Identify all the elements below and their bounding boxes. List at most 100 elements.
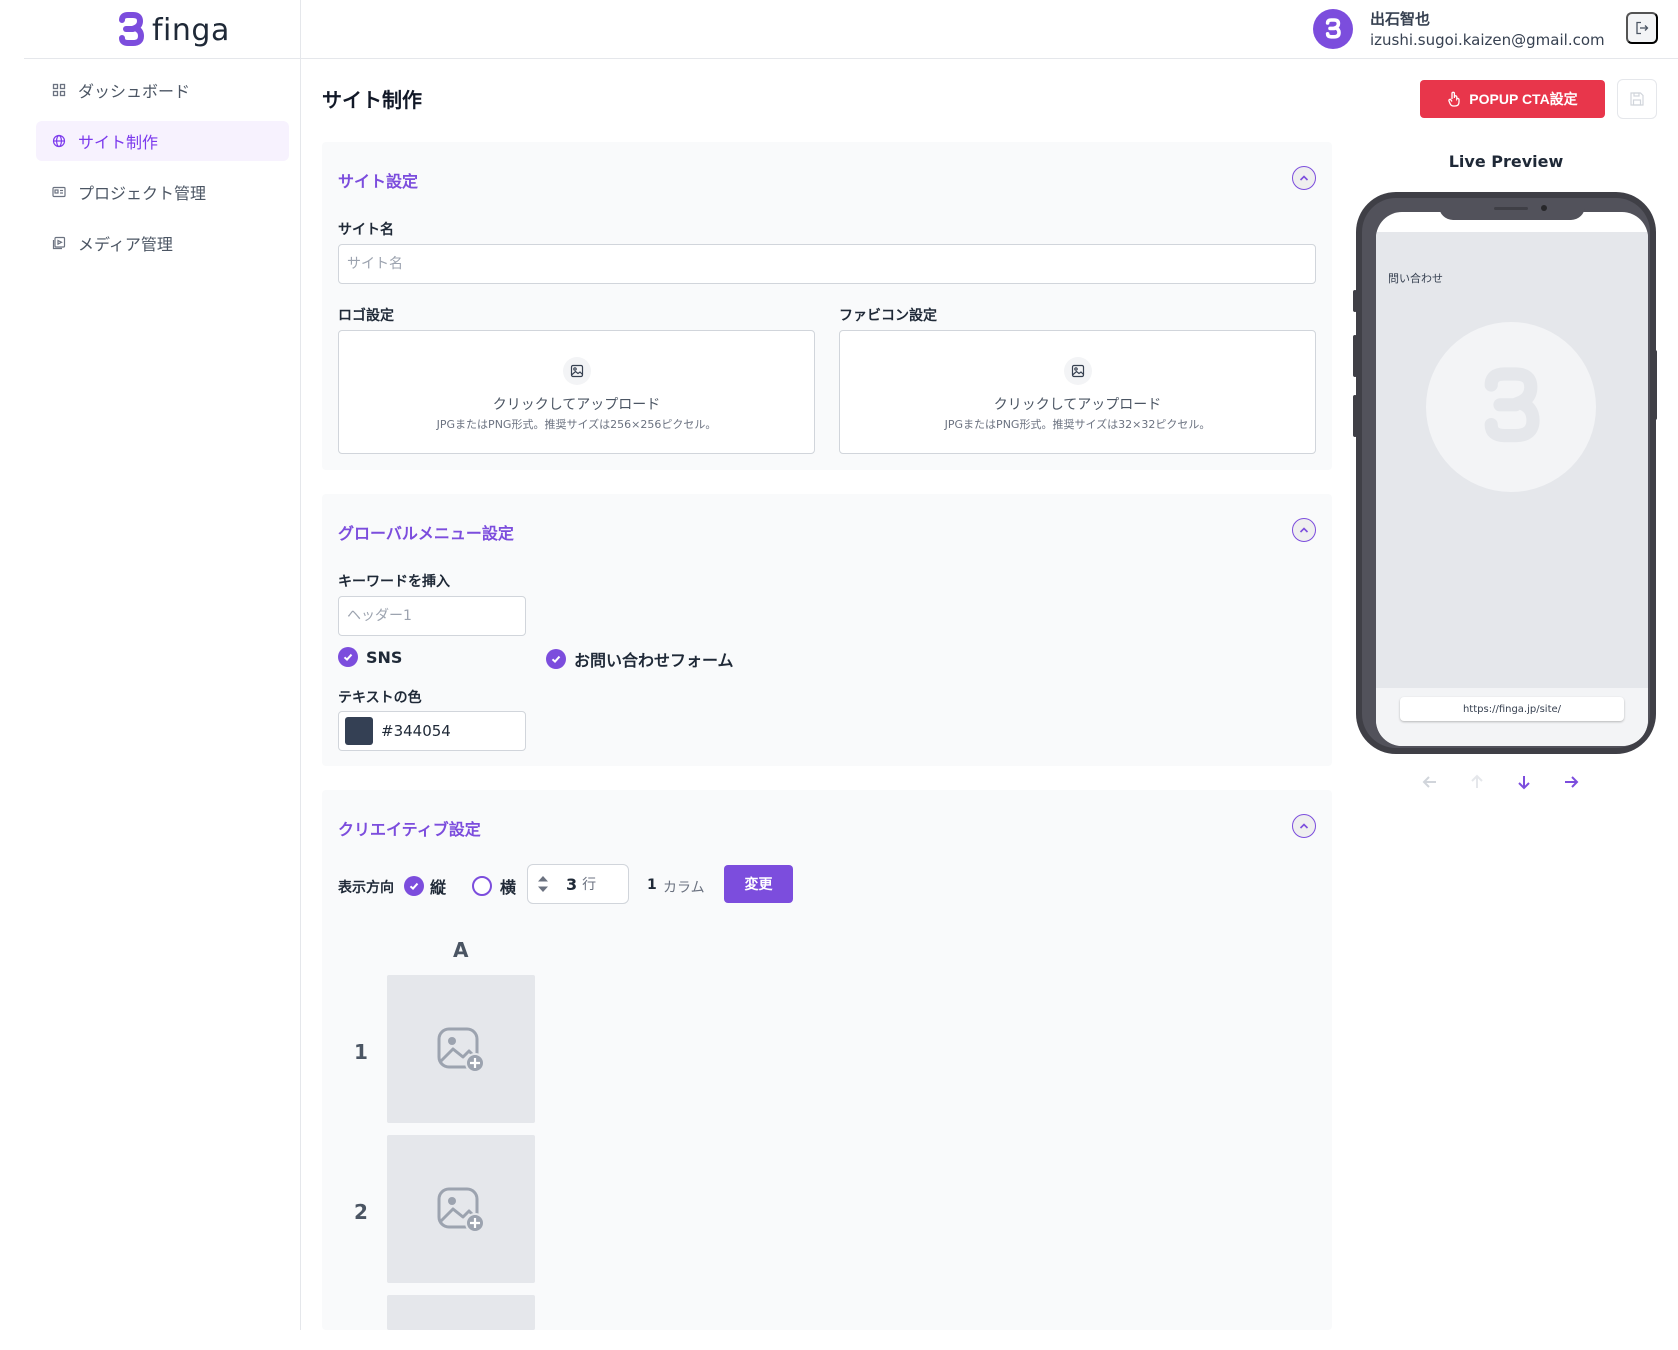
brand-logo[interactable]: finga: [116, 6, 230, 54]
favicon-label: ファビコン設定: [839, 308, 937, 324]
rows-value: 3: [566, 874, 578, 894]
check-icon: [546, 649, 566, 669]
keyword-label: キーワードを挿入: [338, 574, 450, 590]
preview-body: 問い合わせ: [1376, 232, 1648, 688]
direction-horizontal-radio[interactable]: 横: [472, 874, 516, 898]
dashboard-grid-icon: [52, 83, 66, 97]
grid-cell-image-placeholder[interactable]: [387, 1135, 535, 1283]
grid-row-label: 1: [354, 1040, 368, 1064]
logout-button[interactable]: [1626, 12, 1658, 44]
horizontal-label: 横: [500, 878, 517, 897]
user-email: izushi.sugoi.kaizen@gmail.com: [1370, 31, 1605, 49]
text-color-picker[interactable]: #344054: [338, 711, 526, 751]
sidebar-item-label: プロジェクト管理: [78, 184, 207, 203]
phone-notch: [1439, 198, 1585, 220]
phone-side-button: [1353, 335, 1357, 377]
arrow-down-icon: [1518, 776, 1530, 790]
site-settings-card: サイト設定 サイト名 ロゴ設定 クリックしてアップロード JPGまたはPNG形式…: [322, 142, 1332, 470]
global-menu-card: グローバルメニュー設定 キーワードを挿入 SNS お問い合わせフォーム テキスト…: [322, 494, 1332, 766]
site-settings-collapse-button[interactable]: [1292, 166, 1316, 190]
sidebar-item-label: サイト制作: [78, 133, 159, 152]
rows-stepper[interactable]: 3 行: [527, 864, 629, 904]
sidebar-nav: ダッシュボード サイト制作 プロジェクト管理 メディア管理: [36, 70, 289, 274]
stepper-arrows[interactable]: [528, 875, 558, 893]
live-preview-title: Live Preview: [1448, 152, 1564, 171]
site-settings-title: サイト設定: [338, 172, 419, 191]
radio-empty-icon: [472, 876, 492, 896]
image-icon: [562, 357, 591, 385]
creative-collapse-button[interactable]: [1292, 814, 1316, 838]
chevron-up-icon: [1299, 175, 1309, 181]
sidebar-item-dashboard[interactable]: ダッシュボード: [36, 70, 289, 110]
arrow-right-icon: [1565, 776, 1579, 788]
global-menu-collapse-button[interactable]: [1292, 518, 1316, 542]
caret-down-icon[interactable]: [537, 886, 549, 893]
favicon-upload-hint: JPGまたはPNG形式。推奨サイズは32×32ピクセル。: [944, 418, 1211, 431]
preview-contact-label: 問い合わせ: [1388, 272, 1443, 285]
color-swatch[interactable]: [345, 717, 373, 745]
camera: [1541, 205, 1547, 211]
finga-logo-icon: [1484, 367, 1540, 443]
phone-power-button: [1653, 350, 1657, 420]
page-title: サイト制作: [322, 88, 422, 112]
phone-preview: 問い合わせ https://finga.jp/site/: [1356, 192, 1656, 754]
hand-pointer-icon: [1448, 91, 1460, 107]
arrow-up-icon: [1471, 774, 1483, 788]
sns-checkbox[interactable]: SNS: [338, 647, 402, 667]
sidebar-item-project-management[interactable]: プロジェクト管理: [36, 172, 289, 212]
popup-cta-button[interactable]: POPUP CTA設定: [1420, 80, 1605, 118]
site-name-label: サイト名: [338, 222, 394, 238]
caret-up-icon[interactable]: [537, 875, 549, 882]
change-button[interactable]: 変更: [724, 865, 793, 903]
brand-name: finga: [152, 12, 230, 48]
speaker: [1494, 207, 1528, 210]
keyword-input[interactable]: [338, 596, 526, 636]
check-icon: [404, 876, 424, 896]
direction-vertical-radio[interactable]: 縦: [404, 874, 446, 898]
logo-upload-area[interactable]: クリックしてアップロード JPGまたはPNG形式。推奨サイズは256×256ピク…: [338, 330, 815, 454]
preview-navigation: [1420, 772, 1581, 792]
arrow-up-button[interactable]: [1467, 772, 1487, 792]
favicon-upload-title: クリックしてアップロード: [993, 397, 1162, 413]
image-icon: [1063, 357, 1092, 385]
rows-unit: 行: [582, 877, 597, 893]
favicon-upload-area[interactable]: クリックしてアップロード JPGまたはPNG形式。推奨サイズは32×32ピクセル…: [839, 330, 1316, 454]
arrow-left-icon: [1422, 776, 1436, 788]
sidebar-item-media-management[interactable]: メディア管理: [36, 223, 289, 263]
arrow-right-button[interactable]: [1561, 772, 1581, 792]
text-color-label: テキストの色: [338, 690, 422, 706]
save-button[interactable]: [1617, 79, 1657, 119]
contact-form-checkbox[interactable]: お問い合わせフォーム: [546, 647, 734, 671]
grid-cell-image-placeholder[interactable]: [387, 1295, 535, 1330]
arrow-left-button[interactable]: [1420, 772, 1440, 792]
phone-side-button: [1353, 395, 1357, 437]
chevron-up-icon: [1299, 823, 1309, 829]
logo-label: ロゴ設定: [338, 308, 394, 324]
columns-value: 1: [647, 877, 657, 893]
user-name: 出石智也: [1370, 10, 1431, 28]
creative-settings-card: クリエイティブ設定 表示方向 縦 横 3 行 1 カラム 変更 A 1 2: [322, 790, 1332, 1330]
phone-bezel: 問い合わせ https://finga.jp/site/: [1362, 198, 1650, 748]
globe-icon: [52, 134, 66, 148]
creative-settings-title: クリエイティブ設定: [338, 820, 481, 839]
avatar-logo-icon: [1325, 18, 1341, 39]
media-library-icon: [52, 236, 66, 250]
grid-cell-image-placeholder[interactable]: [387, 975, 535, 1123]
logout-icon: [1636, 21, 1649, 35]
preview-url-bar: https://finga.jp/site/: [1400, 697, 1624, 721]
grid-column-label: A: [453, 938, 469, 962]
popup-cta-label: POPUP CTA設定: [1469, 91, 1578, 107]
chevron-up-icon: [1299, 527, 1309, 533]
site-name-input[interactable]: [338, 244, 1316, 284]
preview-logo: [1426, 322, 1596, 492]
finga-logo-icon: [119, 12, 145, 46]
logo-upload-title: クリックしてアップロード: [492, 397, 661, 413]
save-icon: [1630, 92, 1644, 106]
sidebar-item-site-creation[interactable]: サイト制作: [36, 121, 289, 161]
columns-unit: カラム: [663, 880, 705, 896]
arrow-down-button[interactable]: [1514, 772, 1534, 792]
avatar[interactable]: [1313, 9, 1353, 49]
global-menu-title: グローバルメニュー設定: [338, 524, 514, 543]
sidebar: finga ダッシュボード サイト制作 プロジェクト管理 メディア管理: [24, 0, 301, 1330]
logo-upload-hint: JPGまたはPNG形式。推奨サイズは256×256ピクセル。: [436, 418, 717, 431]
